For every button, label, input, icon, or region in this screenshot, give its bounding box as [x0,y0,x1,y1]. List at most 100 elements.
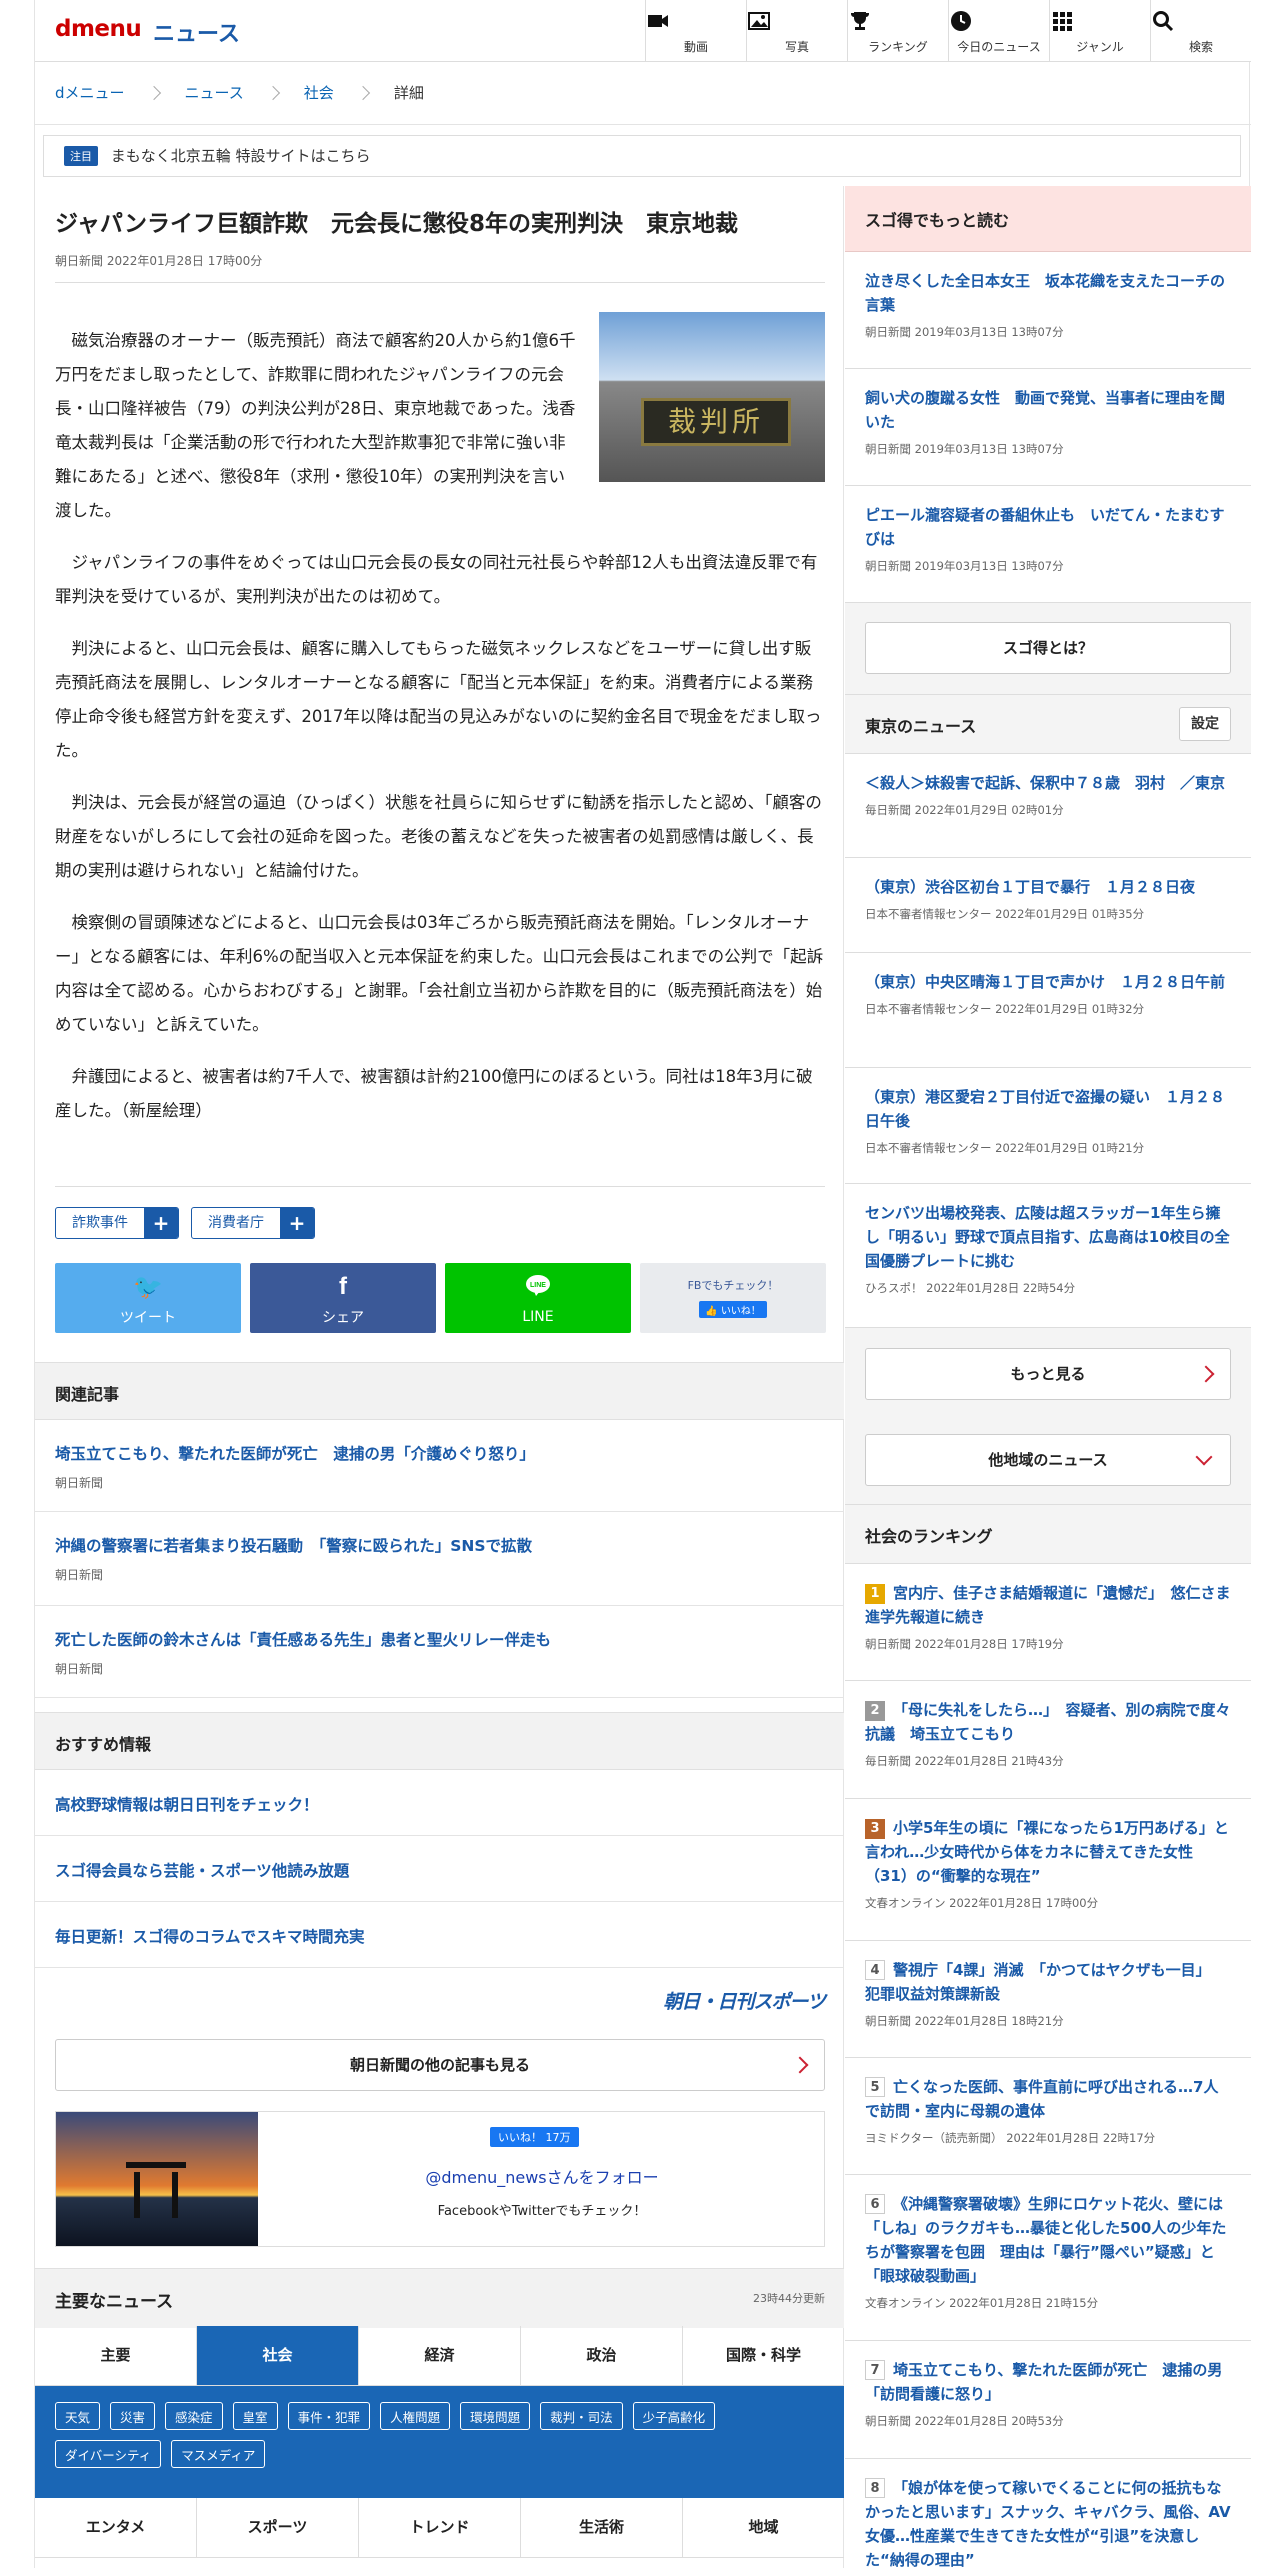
line-share-button[interactable]: LINE LINE [445,1263,631,1333]
breadcrumb: dメニュー ニュース 社会 詳細 [55,82,424,103]
local-news-title[interactable]: （東京）港区愛宕２丁目付近で盗撮の疑い １月２８日午後 [865,1085,1231,1133]
nav-genre[interactable]: ジャンル [1049,0,1150,62]
ranking-title[interactable]: 6 《沖縄警察署破壊》生卵にロケット花火、壁には「しね」のラクガキも…暴徒と化した… [865,2192,1231,2288]
subtag[interactable]: 災害 [110,2402,156,2430]
subtag[interactable]: 環境問題 [460,2402,531,2430]
local-news-item[interactable]: ＜殺人＞妹殺害で起訴、保釈中７８歳 羽村 ／東京 毎日新聞 2022年01月29… [845,754,1251,858]
ranking-title[interactable]: 8 「娘が体を使って稼いでくることに何の抵抗もなかったと思います」スナック、キャバ… [865,2476,1231,2572]
tab-sports[interactable]: スポーツ [197,2498,359,2557]
ranking-item[interactable]: 8 「娘が体を使って稼いでくることに何の抵抗もなかったと思います」スナック、キャバ… [845,2459,1251,2569]
local-more-button[interactable]: もっと見る [865,1348,1231,1400]
plus-icon[interactable]: + [280,1208,314,1238]
subtag[interactable]: 裁判・司法 [540,2402,623,2430]
tag-list: 詐欺事件 + 消費者庁 + [55,1207,315,1239]
recommend-item[interactable]: 毎日更新！スゴ得のコラムでスキマ時間充実 [35,1902,844,1968]
subtag[interactable]: 人権問題 [380,2402,451,2430]
ranking-title[interactable]: 5 亡くなった医師、事件直前に呼び出される…7人で訪問・室内に母親の遺体 [865,2075,1231,2123]
local-news-title[interactable]: （東京）中央区晴海１丁目で声かけ １月２８日午前 [865,970,1231,994]
nav-photo[interactable]: 写真 [746,0,847,62]
local-news-item[interactable]: センバツ出場校発表、広陵は超スラッガー1年生ら擁し「明るい」野球で頂点目指す、広… [845,1184,1251,1328]
ranking-title[interactable]: 2 「母に失礼をしたら…」 容疑者、別の病院で度々抗議 埼玉立てこもり [865,1698,1231,1746]
subtag[interactable]: 皇室 [232,2402,278,2430]
facebook-share-button[interactable]: f シェア [250,1263,436,1333]
local-news-title[interactable]: ＜殺人＞妹殺害で起訴、保釈中７８歳 羽村 ／東京 [865,771,1231,795]
ranking-title[interactable]: 4 警視庁「4課」消滅 「かつてはヤクザも一目」 犯罪収益対策課新設 [865,1958,1231,2006]
subtag[interactable]: 天気 [55,2402,101,2430]
plus-icon[interactable]: + [144,1208,178,1238]
local-settings-button[interactable]: 設定 [1179,707,1231,741]
article-photo[interactable]: 裁判所 [599,312,825,482]
nav-today[interactable]: 今日のニュース [948,0,1049,62]
follow-link[interactable]: @dmenu_newsさんをフォロー [258,2164,826,2188]
sugotoku-title[interactable]: ピエール瀧容疑者の番組休止も いだてん・たまむすびは [865,503,1231,551]
nav-video[interactable]: 動画 [645,0,746,62]
sugotoku-title[interactable]: 泣き尽くした全日本女王 坂本花織を支えたコーチの言葉 [865,269,1231,317]
tab-society[interactable]: 社会 [197,2326,359,2385]
asahi-nikkan-logo[interactable]: 朝日・日刊スポーツ [663,1987,826,2014]
tab-economy[interactable]: 経済 [359,2326,521,2385]
breadcrumb-dmenu[interactable]: dメニュー [55,82,125,103]
related-item[interactable]: 埼玉立てこもり、撃たれた医師が死亡 逮捕の男「介護めぐり怒り」 朝日新聞 [35,1420,844,1512]
sugotoku-item[interactable]: 泣き尽くした全日本女王 坂本花織を支えたコーチの言葉 朝日新聞 2019年03月… [845,252,1251,369]
more-asahi-button[interactable]: 朝日新聞の他の記事も見る [55,2039,825,2091]
subtag[interactable]: 事件・犯罪 [287,2402,371,2430]
tag-fraud[interactable]: 詐欺事件 + [55,1207,179,1239]
ranking-title[interactable]: 7 埼玉立てこもり、撃たれた医師が死亡 逮捕の男「訪問看護に怒り」 [865,2358,1231,2406]
dmenu-logo[interactable]: dmenu [55,16,142,42]
subtag[interactable]: 少子高齢化 [632,2402,716,2430]
divider [55,1186,825,1187]
subtag[interactable]: 感染症 [165,2402,223,2430]
local-news-item[interactable]: （東京）渋谷区初台１丁目で暴行 １月２８日夜 日本不審者情報センター 2022年… [845,858,1251,953]
related-title[interactable]: 埼玉立てこもり、撃たれた医師が死亡 逮捕の男「介護めぐり怒り」 [55,1442,824,1464]
ranking-item[interactable]: 2 「母に失礼をしたら…」 容疑者、別の病院で度々抗議 埼玉立てこもり 毎日新聞 … [845,1681,1251,1799]
tag-consumer-agency[interactable]: 消費者庁 + [191,1207,315,1239]
nav-ranking[interactable]: ランキング [847,0,948,62]
recommend-item[interactable]: スゴ得会員なら芸能・スポーツ他読み放題 [35,1836,844,1902]
tab-entertainment[interactable]: エンタメ [35,2498,197,2557]
tab-region[interactable]: 地域 [683,2498,844,2557]
main-column: ジャパンライフ巨額詐欺 元会長に懲役8年の実刑判決 東京地裁 朝日新聞 2022… [35,186,844,2568]
related-title[interactable]: 沖縄の警察署に若者集まり投石騒動 「警察に殴られた」SNSで拡散 [55,1534,824,1556]
ranking-item[interactable]: 7 埼玉立てこもり、撃たれた医師が死亡 逮捕の男「訪問看護に怒り」 朝日新聞 20… [845,2341,1251,2459]
ranking-item[interactable]: 4 警視庁「4課」消滅 「かつてはヤクザも一目」 犯罪収益対策課新設 朝日新聞 2… [845,1941,1251,2058]
ranking-text: 宮内庁、佳子さま結婚報道に「遺憾だ」 悠仁さま進学先報道に続き [865,1584,1231,1626]
tab-main[interactable]: 主要 [35,2326,197,2385]
nav-label: 写真 [784,40,809,54]
tab-lifestyle[interactable]: 生活術 [521,2498,683,2557]
related-title[interactable]: 死亡した医師の鈴木さんは「責任感ある先生」患者と聖火リレー伴走も [55,1628,824,1650]
sugotoku-title[interactable]: 飼い犬の腹蹴る女性 動画で発覚、当事者に理由を聞いた [865,386,1231,434]
local-news-title[interactable]: センバツ出場校発表、広陵は超スラッガー1年生ら擁し「明るい」野球で頂点目指す、広… [865,1201,1231,1273]
notice-banner[interactable]: 注目 まもなく北京五輪 特設サイトはこちら [43,135,1241,177]
breadcrumb-news[interactable]: ニュース [185,82,244,103]
sugotoku-item[interactable]: 飼い犬の腹蹴る女性 動画で発覚、当事者に理由を聞いた 朝日新聞 2019年03月… [845,369,1251,486]
tab-politics[interactable]: 政治 [521,2326,683,2385]
ranking-item[interactable]: 3 小学5年生の頃に「裸になったら1万円あげる」と言われ…少女時代から体をカネに替… [845,1799,1251,1941]
ranking-title[interactable]: 1 宮内庁、佳子さま結婚報道に「遺憾だ」 悠仁さま進学先報道に続き [865,1581,1231,1629]
ranking-item[interactable]: 1 宮内庁、佳子さま結婚報道に「遺憾だ」 悠仁さま進学先報道に続き 朝日新聞 20… [845,1564,1251,1681]
subtag[interactable]: マスメディア [171,2440,266,2468]
tweet-button[interactable]: 🐦 ツイート [55,1263,241,1333]
local-news-item[interactable]: （東京）港区愛宕２丁目付近で盗撮の疑い １月２８日午後 日本不審者情報センター … [845,1068,1251,1184]
other-region-button[interactable]: 他地域のニュース [865,1434,1231,1486]
local-news-item[interactable]: （東京）中央区晴海１丁目で声かけ １月２８日午前 日本不審者情報センター 202… [845,953,1251,1068]
sugotoku-item[interactable]: ピエール瀧容疑者の番組休止も いだてん・たまむすびは 朝日新聞 2019年03月… [845,486,1251,603]
ranking-title[interactable]: 3 小学5年生の頃に「裸になったら1万円あげる」と言われ…少女時代から体をカネに替… [865,1816,1231,1888]
ranking-item[interactable]: 5 亡くなった医師、事件直前に呼び出される…7人で訪問・室内に母親の遺体 ヨミドク… [845,2058,1251,2175]
subtag[interactable]: ダイバーシティ [55,2440,162,2468]
breadcrumb-society[interactable]: 社会 [304,82,334,103]
fb-like-count-button[interactable]: いいね！ 17万 [490,2127,579,2147]
tab-international[interactable]: 国際・科学 [683,2326,844,2385]
tab-trend[interactable]: トレンド [359,2498,521,2557]
ranking-item[interactable]: 6 《沖縄警察署破壊》生卵にロケット花火、壁には「しね」のラクガキも…暴徒と化した… [845,2175,1251,2341]
news-logo[interactable]: ニュース [153,16,240,48]
recommend-item[interactable]: 高校野球情報は朝日日刊をチェック！ [35,1770,844,1836]
sugotoku-about-button[interactable]: スゴ得とは？ [865,622,1231,674]
related-item[interactable]: 沖縄の警察署に若者集まり投石騒動 「警察に殴られた」SNSで拡散 朝日新聞 [35,1512,844,1606]
torii-shape [126,2162,186,2218]
article-body: 裁判所 磁気治療器のオーナー（販売預託）商法で顧客約20人から約1億6千万円をだ… [55,312,825,1146]
related-item[interactable]: 死亡した医師の鈴木さんは「責任感ある先生」患者と聖火リレー伴走も 朝日新聞 [35,1606,844,1698]
local-news-title[interactable]: （東京）渋谷区初台１丁目で暴行 １月２８日夜 [865,875,1231,899]
court-sign: 裁判所 [641,398,791,446]
fb-like-button[interactable]: 👍 いいね！ [699,1301,767,1318]
nav-search[interactable]: 検索 [1150,0,1251,62]
